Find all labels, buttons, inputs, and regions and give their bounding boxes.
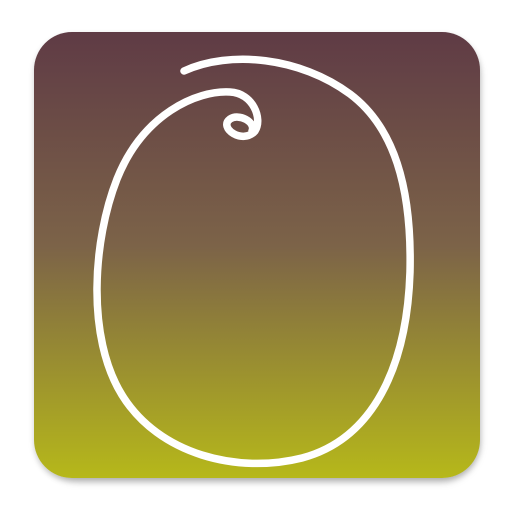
olive-logo-icon [34, 32, 480, 478]
app-icon[interactable] [34, 32, 480, 478]
app-icon-stage [0, 0, 512, 512]
